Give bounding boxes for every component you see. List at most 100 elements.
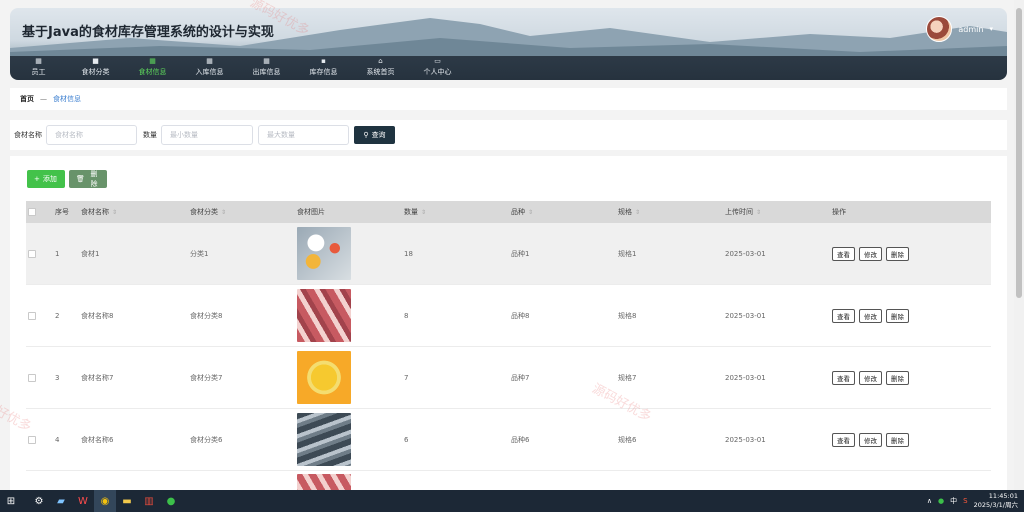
sort-icon: ⇕ xyxy=(635,208,641,216)
table-row: 4 食材名称6 食材分类6 6 品种6 规格6 2025-03-01 查看 修改… xyxy=(26,409,991,471)
chart-app-icon[interactable]: ▥ xyxy=(138,490,160,512)
view-button[interactable]: 查看 xyxy=(832,370,855,385)
wps-icon[interactable]: W xyxy=(72,490,94,512)
clock-time: 11:45:01 xyxy=(988,492,1018,500)
table-header: 序号 食材名称 ⇕ 食材分类 ⇕ 食材图片 数量 ⇕ 品种 ⇕ 规格 ⇕ 上传时间 ⇕ 操作 xyxy=(26,201,991,223)
cell-quantity: 18 xyxy=(404,249,413,258)
ime-indicator[interactable]: 中 xyxy=(950,496,957,506)
cell-upload-time: 2025-03-01 xyxy=(725,373,766,382)
breadcrumb-separator: — xyxy=(40,95,47,103)
nav-item-stock-in[interactable]: ▦ 入库信息 xyxy=(181,54,238,80)
row-delete-button[interactable]: 删除 xyxy=(886,246,909,261)
cell-index: 2 xyxy=(55,311,60,320)
antivirus-icon[interactable]: S xyxy=(963,497,967,505)
select-all-checkbox[interactable] xyxy=(28,208,36,216)
wechat-icon[interactable]: ● xyxy=(160,490,182,512)
delete-button[interactable]: 🗑 删除 xyxy=(69,170,107,188)
home-icon: ⌂ xyxy=(378,57,383,65)
col-name[interactable]: 食材名称 ⇕ xyxy=(81,201,117,223)
nav-item-profile[interactable]: ▭ 个人中心 xyxy=(409,54,466,80)
sort-icon: ⇕ xyxy=(112,208,118,216)
chevron-down-icon[interactable]: ▾ xyxy=(989,25,993,33)
row-delete-button[interactable]: 删除 xyxy=(886,370,909,385)
nav-item-home[interactable]: ⌂ 系统首页 xyxy=(352,54,409,80)
scrollbar-thumb[interactable] xyxy=(1016,8,1022,298)
cell-upload-time: 2025-03-01 xyxy=(725,435,766,444)
chrome-icon[interactable]: ◉ xyxy=(94,490,116,512)
user-menu[interactable]: admin ▾ xyxy=(926,16,993,42)
delete-button-label: 删除 xyxy=(90,170,98,188)
row-checkbox[interactable] xyxy=(28,435,36,444)
wechat-tray-icon[interactable]: ● xyxy=(938,497,944,505)
page-scrollbar[interactable] xyxy=(1014,0,1024,490)
nav-item-label: 个人中心 xyxy=(423,68,452,76)
grid-icon: ▦ xyxy=(149,57,156,65)
edit-button[interactable]: 修改 xyxy=(859,246,882,261)
header-banner: 基于Java的食材库存管理系统的设计与实现 admin ▾ ▦ 员工 ■ 食材分类 … xyxy=(10,8,1007,80)
grid-icon: ▦ xyxy=(35,57,42,65)
cell-index: 4 xyxy=(55,435,60,444)
chat-icon: ▪ xyxy=(321,57,326,65)
row-checkbox[interactable] xyxy=(28,311,36,320)
max-quantity-input[interactable] xyxy=(258,125,349,145)
chevron-up-icon[interactable]: ∧ xyxy=(927,497,932,505)
col-spec[interactable]: 规格 ⇕ xyxy=(618,201,640,223)
sort-icon: ⇕ xyxy=(528,208,534,216)
breadcrumb-home[interactable]: 首页 xyxy=(20,94,34,104)
username[interactable]: admin xyxy=(958,25,983,34)
cell-name: 食材名称8 xyxy=(81,311,114,320)
row-checkbox[interactable] xyxy=(28,373,36,382)
file-explorer-icon[interactable]: ▬ xyxy=(116,490,138,512)
view-button[interactable]: 查看 xyxy=(832,432,855,447)
card-icon: ▭ xyxy=(434,57,441,65)
food-image[interactable] xyxy=(297,227,351,280)
nav-item-inventory[interactable]: ▪ 库存信息 xyxy=(295,54,352,80)
add-button-label: 添加 xyxy=(42,175,57,183)
food-name-input[interactable] xyxy=(46,125,137,145)
app-icon[interactable]: ▰ xyxy=(50,490,72,512)
cell-index: 1 xyxy=(55,249,60,258)
col-variety[interactable]: 品种 ⇕ xyxy=(511,201,533,223)
row-delete-button[interactable]: 删除 xyxy=(886,308,909,323)
search-button[interactable]: ⚲ 查询 xyxy=(354,126,395,144)
nav-item-food-info[interactable]: ▦ 食材信息 xyxy=(124,54,181,80)
quantity-label: 数量 xyxy=(143,131,157,139)
view-button[interactable]: 查看 xyxy=(832,246,855,261)
food-image[interactable] xyxy=(297,351,351,404)
add-button[interactable]: + 添加 xyxy=(27,170,65,188)
settings-icon[interactable]: ⚙ xyxy=(28,490,50,512)
cell-variety: 品种1 xyxy=(511,249,530,258)
food-image[interactable] xyxy=(297,289,351,342)
cell-name: 食材1 xyxy=(81,249,100,258)
min-quantity-input[interactable] xyxy=(161,125,253,145)
edit-button[interactable]: 修改 xyxy=(859,370,882,385)
food-image[interactable] xyxy=(297,413,351,466)
col-upload-time[interactable]: 上传时间 ⇕ xyxy=(725,201,761,223)
nav-item-food-category[interactable]: ■ 食材分类 xyxy=(67,54,124,80)
edit-button[interactable]: 修改 xyxy=(859,432,882,447)
table-panel: + 添加 🗑 删除 序号 食材名称 ⇕ 食材分类 ⇕ 食材图片 数量 ⇕ 品种 ⇕ 规格 ⇕ … xyxy=(10,156,1007,496)
nav-item-label: 入库信息 xyxy=(195,68,224,76)
square-icon: ■ xyxy=(92,57,99,65)
edit-button[interactable]: 修改 xyxy=(859,308,882,323)
windows-start-icon[interactable]: ⊞ xyxy=(0,490,22,512)
row-delete-button[interactable]: 删除 xyxy=(886,432,909,447)
view-button[interactable]: 查看 xyxy=(832,308,855,323)
system-tray: ∧ ● 中 S 11:45:01 2025/3/1/周六 xyxy=(927,490,1018,512)
nav-item-staff[interactable]: ▦ 员工 xyxy=(10,54,67,80)
row-checkbox[interactable] xyxy=(28,249,36,258)
clock-date: 2025/3/1/周六 xyxy=(973,501,1018,509)
nav-item-stock-out[interactable]: ▦ 出库信息 xyxy=(238,54,295,80)
col-quantity[interactable]: 数量 ⇕ xyxy=(404,201,426,223)
search-bar: 食材名称 数量 ⚲ 查询 xyxy=(10,120,1007,150)
cell-quantity: 8 xyxy=(404,311,409,320)
clock[interactable]: 11:45:01 2025/3/1/周六 xyxy=(974,492,1018,510)
plus-icon: + xyxy=(34,175,40,183)
col-category[interactable]: 食材分类 ⇕ xyxy=(190,201,226,223)
cell-upload-time: 2025-03-01 xyxy=(725,249,766,258)
avatar[interactable] xyxy=(926,16,953,42)
breadcrumb: 首页 — 食材信息 xyxy=(10,88,1007,110)
cell-variety: 品种8 xyxy=(511,311,530,320)
cell-category: 分类1 xyxy=(190,249,209,258)
cell-upload-time: 2025-03-01 xyxy=(725,311,766,320)
